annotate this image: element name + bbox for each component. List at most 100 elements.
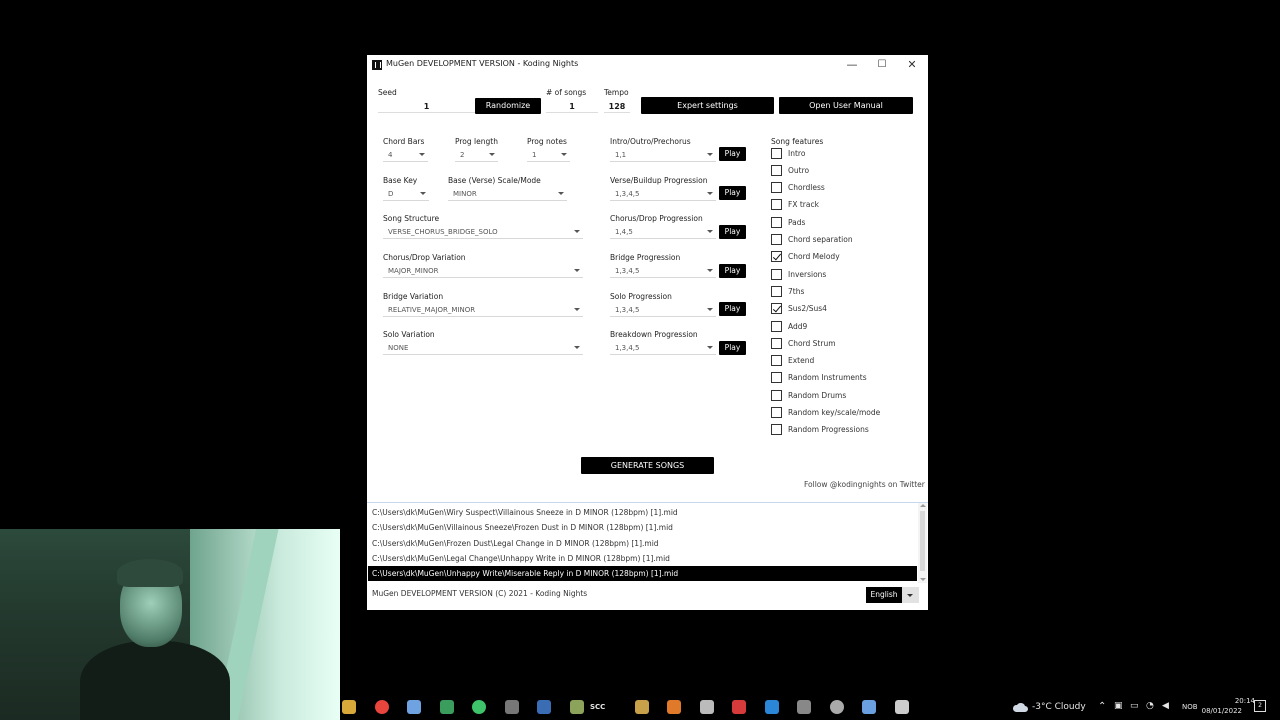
feature-sus2-sus4[interactable]: Sus2/Sus4 — [771, 303, 827, 315]
weather-text[interactable]: -3°C Cloudy — [1032, 702, 1086, 712]
expert-settings-button[interactable]: Expert settings — [641, 97, 774, 114]
generate-songs-button[interactable]: GENERATE SONGS — [581, 457, 714, 474]
play-chorus-button[interactable]: Play — [719, 225, 746, 239]
notifications-icon[interactable]: 2 — [1254, 700, 1266, 712]
checkbox[interactable] — [771, 303, 782, 315]
network-icon[interactable]: ▣ — [1114, 701, 1123, 711]
bridge-progression-dropdown[interactable]: 1,3,4,5 — [610, 264, 716, 278]
base-scale-dropdown[interactable]: MINOR — [448, 187, 567, 201]
feature-inversions[interactable]: Inversions — [771, 268, 826, 280]
feature-add9[interactable]: Add9 — [771, 320, 807, 332]
scroll-down-icon[interactable] — [920, 578, 926, 581]
log-row[interactable]: C:\Users\dk\MuGen\Legal Change\Unhappy W… — [368, 551, 917, 566]
checkbox[interactable] — [771, 372, 782, 384]
feature-outro[interactable]: Outro — [771, 164, 809, 176]
whatsapp-icon[interactable] — [472, 700, 486, 714]
output-log-list[interactable]: C:\Users\dk\MuGen\Wiry Suspect\Villainou… — [367, 502, 928, 583]
snip-icon[interactable] — [699, 700, 714, 714]
feature-pads[interactable]: Pads — [771, 216, 805, 228]
feature-random-progressions[interactable]: Random Progressions — [771, 424, 869, 436]
play-bridge-button[interactable]: Play — [719, 264, 746, 278]
checkbox[interactable] — [771, 337, 782, 349]
intro-progression-dropdown[interactable]: 1,1 — [610, 148, 716, 162]
feature-random-drums[interactable]: Random Drums — [771, 389, 846, 401]
git-icon[interactable] — [407, 700, 421, 714]
input-language[interactable]: NOB — [1182, 703, 1198, 711]
app-icon[interactable] — [439, 700, 454, 714]
feature-random-instruments[interactable]: Random Instruments — [771, 372, 867, 384]
checkbox[interactable] — [771, 268, 782, 280]
seed-input[interactable]: 1 — [378, 100, 475, 113]
close-button[interactable]: ✕ — [897, 55, 927, 75]
feature-chord-melody[interactable]: Chord Melody — [771, 251, 840, 263]
play-solo-button[interactable]: Play — [719, 302, 746, 316]
feature-chordless[interactable]: Chordless — [771, 182, 825, 194]
log-row[interactable]: C:\Users\dk\MuGen\Frozen Dust\Legal Chan… — [368, 536, 917, 551]
feature-chord-strum[interactable]: Chord Strum — [771, 337, 836, 349]
songs-count-input[interactable]: 1 — [546, 100, 598, 113]
tool-icon[interactable] — [862, 700, 876, 714]
gamepad-icon[interactable] — [797, 700, 811, 714]
play-verse-button[interactable]: Play — [719, 186, 746, 200]
play-breakdown-button[interactable]: Play — [719, 341, 746, 355]
checkbox[interactable] — [771, 285, 782, 297]
unity-icon[interactable] — [829, 700, 844, 714]
clock-date[interactable]: 08/01/2022 — [1200, 707, 1242, 715]
log-row[interactable]: C:\Users\dk\MuGen\Villainous Sneeze\Froz… — [368, 520, 917, 535]
acrobat-icon[interactable] — [732, 700, 746, 714]
media-icon[interactable] — [634, 700, 649, 714]
wifi-icon[interactable]: ◔ — [1146, 701, 1154, 711]
bridge-variation-dropdown[interactable]: RELATIVE_MAJOR_MINOR — [383, 303, 583, 317]
clock-time[interactable]: 20:14 — [1213, 697, 1255, 705]
battery-icon[interactable]: ▭ — [1130, 701, 1139, 711]
checkbox[interactable] — [771, 199, 782, 211]
steam-icon[interactable] — [537, 700, 551, 714]
log-row-selected[interactable]: C:\Users\dk\MuGen\Unhappy Write\Miserabl… — [368, 566, 917, 581]
feature-chord-separation[interactable]: Chord separation — [771, 234, 853, 246]
scroll-up-icon[interactable] — [920, 504, 926, 507]
checkbox[interactable] — [771, 182, 782, 194]
randomize-button[interactable]: Randomize — [475, 98, 541, 114]
maximize-button[interactable]: ☐ — [867, 55, 897, 75]
cube-icon[interactable] — [569, 700, 584, 714]
checkbox[interactable] — [771, 234, 782, 245]
checkbox[interactable] — [771, 216, 782, 228]
base-key-dropdown[interactable]: D — [383, 187, 429, 201]
checkbox[interactable] — [771, 147, 782, 159]
terminal-icon[interactable] — [894, 700, 909, 714]
language-select[interactable]: English — [866, 587, 919, 603]
fl-studio-icon[interactable] — [667, 700, 681, 714]
folder-icon[interactable] — [342, 700, 356, 714]
feature-7ths[interactable]: 7ths — [771, 285, 804, 297]
log-row[interactable]: C:\Users\dk\MuGen\Wiry Suspect\Villainou… — [368, 505, 917, 520]
chorus-variation-dropdown[interactable]: MAJOR_MINOR — [383, 264, 583, 278]
volume-icon[interactable]: ◀ — [1162, 701, 1169, 711]
song-structure-dropdown[interactable]: VERSE_CHORUS_BRIDGE_SOLO — [383, 225, 583, 239]
checkbox[interactable] — [771, 320, 782, 332]
checkbox[interactable] — [771, 164, 782, 176]
tempo-input[interactable]: 128 — [604, 100, 630, 113]
feature-intro[interactable]: Intro — [771, 147, 805, 159]
feature-random-key-scale-mode[interactable]: Random key/scale/mode — [771, 407, 880, 419]
twitter-link[interactable]: Follow @kodingnights on Twitter — [804, 480, 925, 489]
chord-bars-dropdown[interactable]: 4 — [383, 148, 428, 162]
chevron-up-icon[interactable]: ⌃ — [1098, 701, 1106, 712]
feature-extend[interactable]: Extend — [771, 355, 814, 367]
chorus-progression-dropdown[interactable]: 1,4,5 — [610, 225, 716, 239]
log-scrollbar[interactable] — [918, 503, 927, 583]
scroll-thumb[interactable] — [920, 511, 925, 571]
solo-progression-dropdown[interactable]: 1,3,4,5 — [610, 303, 716, 317]
prog-length-dropdown[interactable]: 2 — [455, 148, 498, 162]
checkbox[interactable] — [771, 407, 782, 418]
chevron-down-icon[interactable] — [902, 587, 919, 603]
checkbox[interactable] — [771, 424, 782, 436]
breakdown-progression-dropdown[interactable]: 1,3,4,5 — [610, 341, 716, 355]
prog-notes-dropdown[interactable]: 1 — [527, 148, 570, 162]
checkbox[interactable] — [771, 355, 782, 367]
chrome-icon[interactable] — [374, 700, 389, 714]
checkbox[interactable] — [771, 251, 782, 263]
verse-progression-dropdown[interactable]: 1,3,4,5 — [610, 187, 716, 201]
open-user-manual-button[interactable]: Open User Manual — [779, 97, 913, 114]
vscode-icon[interactable] — [764, 700, 779, 714]
checkbox[interactable] — [771, 389, 782, 401]
